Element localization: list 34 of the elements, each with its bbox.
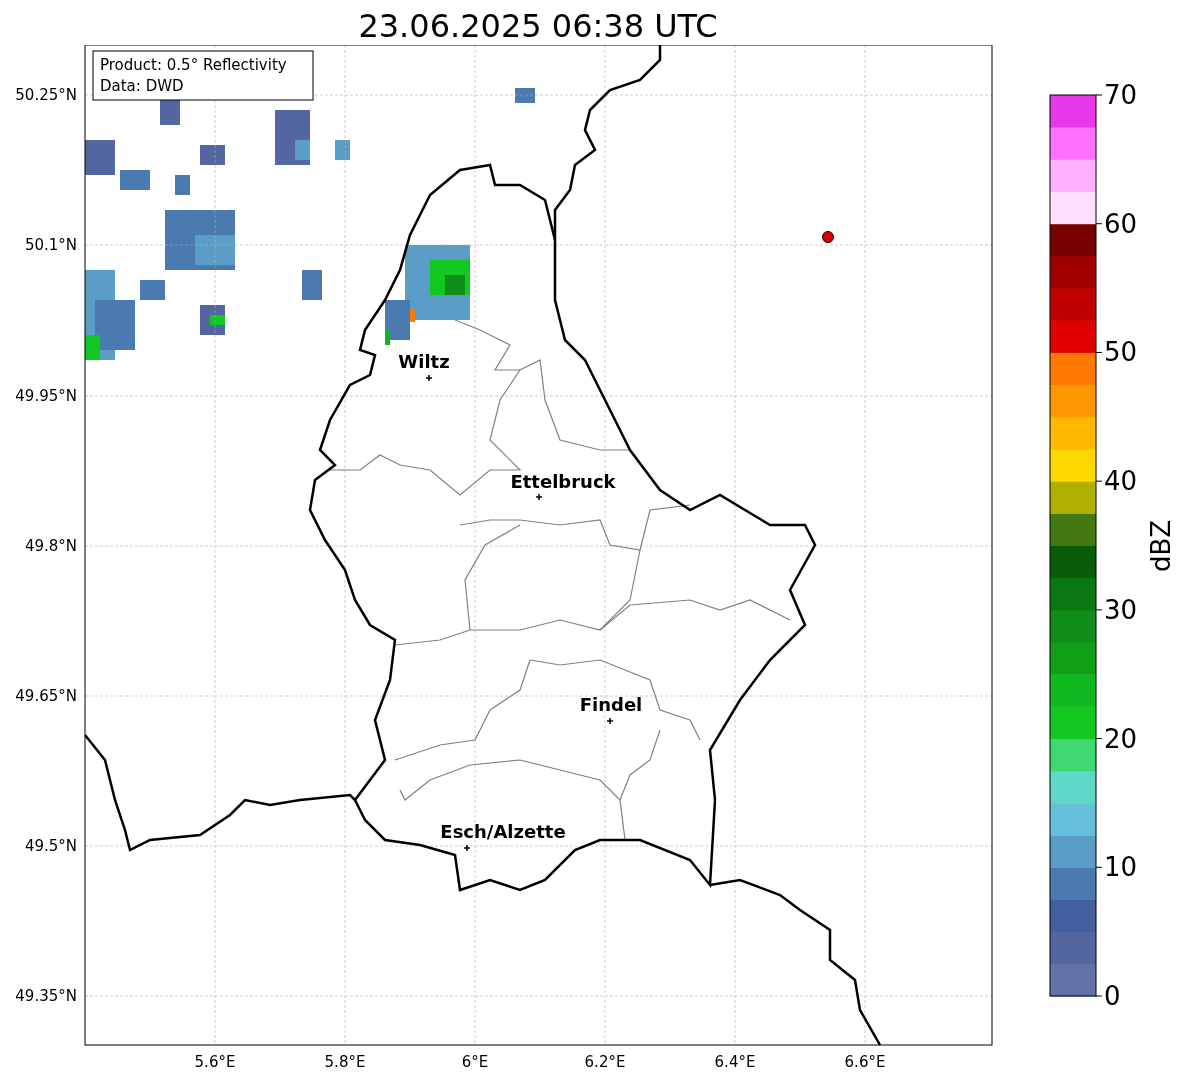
longitude-label: 5.6°E bbox=[194, 1053, 236, 1071]
latitude-label: 49.65°N bbox=[15, 687, 77, 705]
colorbar-label: dBZ bbox=[1146, 519, 1176, 573]
colorbar-tick-label: 70 bbox=[1104, 80, 1138, 110]
colorbar-tick-label: 40 bbox=[1104, 466, 1138, 497]
latitude-label: 50.25°N bbox=[15, 86, 77, 104]
city-marker-icon bbox=[425, 374, 433, 382]
colorbar-tick-label: 60 bbox=[1104, 208, 1138, 239]
latitude-label: 49.8°N bbox=[24, 537, 77, 555]
city-marker-icon bbox=[535, 493, 543, 501]
latitude-label: 49.35°N bbox=[15, 987, 77, 1005]
longitude-label: 6°E bbox=[461, 1053, 489, 1071]
chart-title: 23.06.2025 06:38 UTC bbox=[357, 6, 719, 45]
colorbar-tick-label: 50 bbox=[1104, 337, 1138, 368]
city-label: Ettelbruck bbox=[510, 471, 616, 492]
latitude-label: 49.5°N bbox=[24, 837, 77, 855]
colorbar-tick-label: 20 bbox=[1104, 723, 1138, 754]
city-label: Wiltz bbox=[398, 351, 450, 372]
info-text: Data: DWD bbox=[100, 77, 184, 95]
radar-site-marker-icon bbox=[822, 231, 834, 243]
city-label: Esch/Alzette bbox=[440, 821, 566, 842]
colorbar-tick-label: 10 bbox=[1104, 852, 1138, 883]
longitude-label: 6.4°E bbox=[714, 1053, 756, 1071]
colorbar-tick-label: 0 bbox=[1104, 981, 1121, 1011]
longitude-label: 6.2°E bbox=[584, 1053, 626, 1071]
longitude-label: 6.6°E bbox=[844, 1053, 886, 1071]
city-marker-icon bbox=[606, 717, 614, 725]
info-text: Product: 0.5° Reflectivity bbox=[100, 56, 287, 74]
latitude-label: 50.1°N bbox=[24, 236, 77, 254]
colorbar-tick-label: 30 bbox=[1104, 594, 1138, 625]
longitude-label: 5.8°E bbox=[324, 1053, 366, 1071]
city-marker-icon bbox=[463, 844, 471, 852]
latitude-label: 49.95°N bbox=[15, 387, 77, 405]
city-label: Findel bbox=[579, 694, 643, 715]
